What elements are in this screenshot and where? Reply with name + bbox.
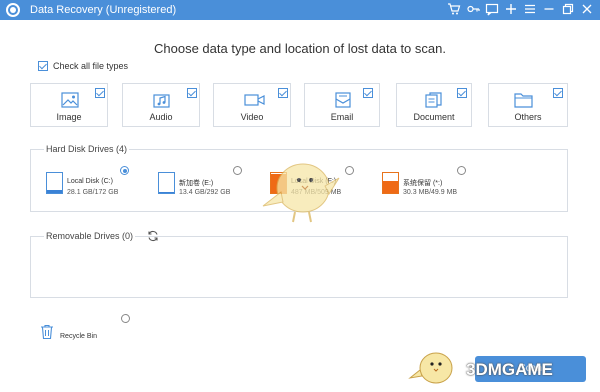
audio-checkbox[interactable] [187, 88, 197, 98]
drive-item[interactable]: Local Disk (C:) 28.1 GB/172 GB [46, 172, 156, 200]
email-icon [334, 92, 352, 108]
recycle-bin-radio[interactable] [121, 314, 130, 323]
mascot-watermark-icon [255, 150, 345, 230]
check-all-label: Check all file types [53, 61, 129, 71]
file-type-document[interactable]: Document [396, 83, 472, 127]
cart-icon[interactable] [446, 2, 462, 18]
drive-name: 系统保留 (*:) [403, 180, 443, 187]
document-icon [425, 92, 443, 108]
disk-icon [46, 172, 63, 194]
file-type-label: Image [56, 112, 82, 122]
drive-size: 28.1 GB/172 GB [67, 189, 119, 196]
page-title: Choose data type and location of lost da… [154, 41, 446, 56]
minimize-icon[interactable] [541, 2, 557, 18]
file-type-image[interactable]: Image [30, 83, 108, 127]
watermark-mascot-icon [408, 348, 460, 388]
removable-title: Removable Drives (0) [44, 231, 136, 241]
image-checkbox[interactable] [95, 88, 105, 98]
title-bar: Data Recovery (Unregistered) [0, 0, 600, 20]
drive-c-radio[interactable] [120, 166, 129, 175]
file-type-email[interactable]: Email [304, 83, 380, 127]
others-checkbox[interactable] [553, 88, 563, 98]
watermark-text: 3DMGAME [466, 360, 553, 379]
file-type-label: Document [413, 112, 455, 122]
menu-icon[interactable] [522, 2, 538, 18]
audio-icon [153, 92, 171, 108]
file-type-others[interactable]: Others [488, 83, 568, 127]
refresh-icon[interactable] [147, 229, 159, 242]
feedback-icon[interactable] [484, 2, 500, 18]
drive-size: 30.3 MB/49.9 MB [403, 189, 458, 196]
app-logo-icon [6, 3, 20, 17]
check-all-checkbox[interactable] [38, 61, 48, 71]
disk-icon [158, 172, 175, 194]
file-type-label: Email [330, 112, 354, 122]
drive-size: 13.4 GB/292 GB [179, 189, 231, 196]
drive-reserved-radio[interactable] [457, 166, 466, 175]
hard-disk-title: Hard Disk Drives (4) [44, 144, 130, 154]
file-type-audio[interactable]: Audio [122, 83, 200, 127]
key-icon[interactable] [465, 2, 481, 18]
file-type-video[interactable]: Video [213, 83, 291, 127]
folder-icon [514, 92, 533, 108]
drive-item[interactable]: 新加卷 (E:) 13.4 GB/292 GB [158, 172, 268, 200]
document-checkbox[interactable] [457, 88, 467, 98]
drive-name: 新加卷 (E:) [179, 180, 214, 187]
drive-e-radio[interactable] [233, 166, 242, 175]
window-title: Data Recovery (Unregistered) [30, 4, 177, 16]
video-checkbox[interactable] [278, 88, 288, 98]
drive-name: Local Disk (C:) [67, 178, 113, 185]
drive-item[interactable]: 系统保留 (*:) 30.3 MB/49.9 MB [382, 172, 492, 200]
recycle-bin-label: Recycle Bin [60, 333, 97, 340]
plus-icon[interactable] [503, 2, 519, 18]
file-type-label: Audio [149, 112, 173, 122]
video-icon [244, 92, 265, 108]
email-checkbox[interactable] [363, 88, 373, 98]
file-type-label: Others [514, 112, 542, 122]
disk-icon [382, 172, 399, 194]
restore-icon[interactable] [560, 2, 576, 18]
drive-f-radio[interactable] [345, 166, 354, 175]
removable-panel [30, 236, 568, 298]
file-type-label: Video [240, 112, 264, 122]
image-icon [61, 92, 79, 108]
close-icon[interactable] [579, 2, 595, 18]
recycle-bin-icon[interactable] [40, 324, 54, 340]
